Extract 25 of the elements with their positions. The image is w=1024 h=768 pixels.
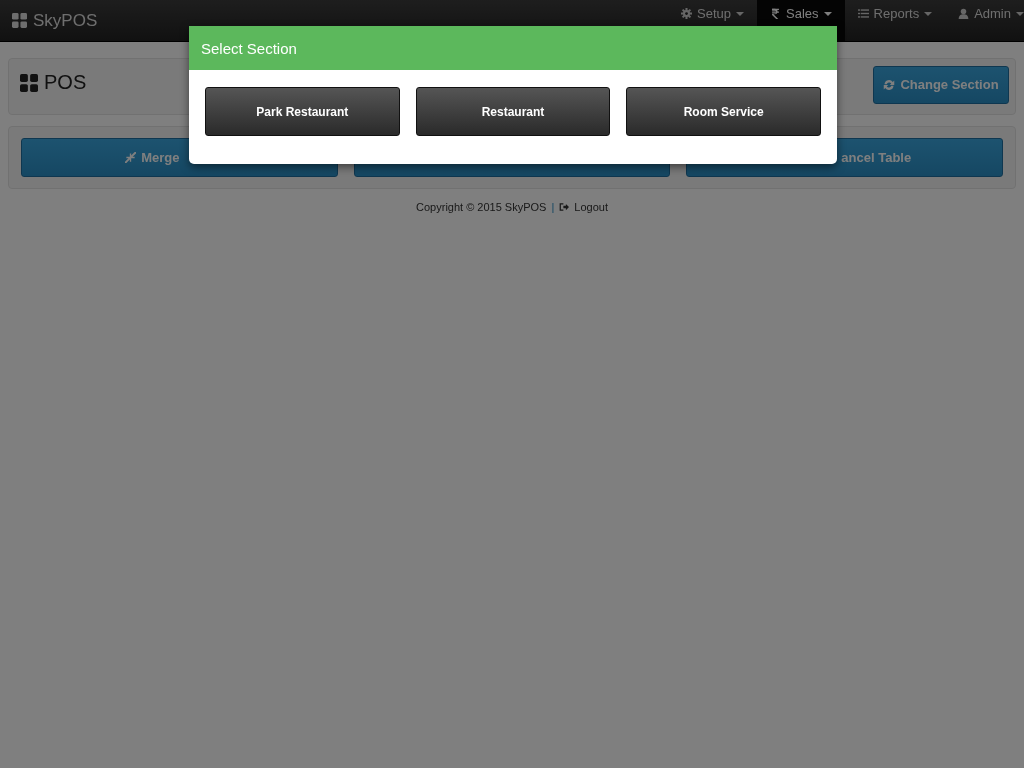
settings-icon bbox=[681, 8, 693, 19]
list-icon bbox=[857, 8, 869, 19]
caret-icon bbox=[1016, 12, 1024, 16]
logout-icon bbox=[559, 202, 570, 212]
user-icon bbox=[958, 8, 970, 19]
grid-icon bbox=[12, 13, 27, 28]
arrows-icon bbox=[125, 152, 137, 163]
separator: | bbox=[551, 201, 555, 213]
section-button[interactable]: Restaurant bbox=[415, 87, 611, 136]
caret-icon bbox=[924, 12, 933, 16]
modal-title: Select Section bbox=[189, 26, 837, 70]
logout-link[interactable]: Logout bbox=[559, 201, 608, 213]
copyright-text: Copyright © 2015 SkyPOS bbox=[416, 201, 547, 213]
brand-link[interactable]: SkyPOS bbox=[0, 0, 110, 41]
nav-menu-item[interactable]: Admin bbox=[945, 0, 1024, 41]
page-title: POS bbox=[44, 71, 87, 94]
grid-icon bbox=[20, 73, 38, 92]
caret-icon bbox=[736, 12, 745, 16]
refresh-icon bbox=[883, 78, 896, 91]
rupee-icon bbox=[770, 8, 782, 19]
change-section-button[interactable]: Change Section bbox=[873, 65, 1009, 104]
nav-menu-item[interactable]: Reports bbox=[844, 0, 946, 41]
section-button[interactable]: Park Restaurant bbox=[205, 87, 400, 136]
caret-icon bbox=[823, 12, 832, 16]
section-button[interactable]: Room Service bbox=[626, 87, 821, 136]
